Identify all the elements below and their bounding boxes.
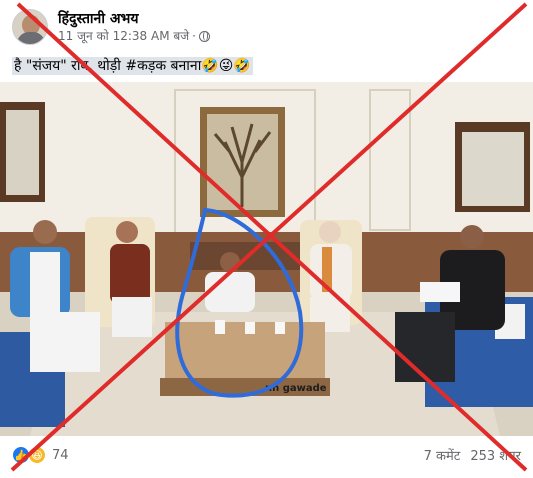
person-head xyxy=(460,225,484,249)
person-kurta xyxy=(30,252,60,312)
globe-icon xyxy=(198,30,210,42)
person-stole xyxy=(322,247,332,292)
person-shirt xyxy=(205,272,255,312)
post-meta: हिंदुस्तानी अभय 11 जून को 12:38 AM बजे · xyxy=(58,10,210,44)
comments-count[interactable]: 7 कमेंट xyxy=(424,446,461,464)
shares-count[interactable]: 253 शेयर xyxy=(470,446,521,464)
engagement-counts: 7 कमेंट 253 शेयर xyxy=(424,446,521,464)
separator-dot: · xyxy=(192,29,196,43)
person-legs xyxy=(112,297,152,337)
post-header: हिंदुस्तानी अभय 11 जून को 12:38 AM बजे · xyxy=(12,6,210,48)
facebook-post: हिंदुस्तानी अभय 11 जून को 12:38 AM बजे ·… xyxy=(0,0,533,478)
cup xyxy=(215,320,225,334)
timestamp-row: 11 जून को 12:38 AM बजे · xyxy=(58,28,210,44)
reactions-summary[interactable]: 👍 😆 74 xyxy=(12,446,69,464)
author-name[interactable]: हिंदुस्तानी अभय xyxy=(58,10,210,28)
post-footer: 👍 😆 74 7 कमेंट 253 शेयर xyxy=(12,443,521,467)
reaction-count: 74 xyxy=(52,447,69,463)
person-head xyxy=(220,252,240,272)
author-avatar[interactable] xyxy=(12,9,48,45)
left-window-glass xyxy=(6,110,39,195)
cup xyxy=(245,322,255,334)
post-text: है "संजय" राव, थोड़ी #कड़क बनाना🤣😜🤣 xyxy=(12,57,253,75)
haha-icon: 😆 xyxy=(28,446,46,464)
person-legs xyxy=(395,312,455,382)
person-head xyxy=(319,221,341,243)
person-head xyxy=(116,221,138,243)
post-timestamp[interactable]: 11 जून को 12:38 AM बजे xyxy=(58,28,189,44)
document xyxy=(420,282,460,302)
person-kurta xyxy=(110,244,150,304)
post-photo[interactable]: nh gawade xyxy=(0,82,533,436)
person-head xyxy=(33,220,57,244)
cup xyxy=(275,322,285,334)
avatar-torso xyxy=(17,32,45,44)
right-window-glass xyxy=(462,132,524,206)
post-text-container: है "संजय" राव, थोड़ी #कड़क बनाना🤣😜🤣 xyxy=(12,55,253,75)
person-legs xyxy=(30,312,100,372)
meeting-room-image: nh gawade xyxy=(0,82,533,436)
